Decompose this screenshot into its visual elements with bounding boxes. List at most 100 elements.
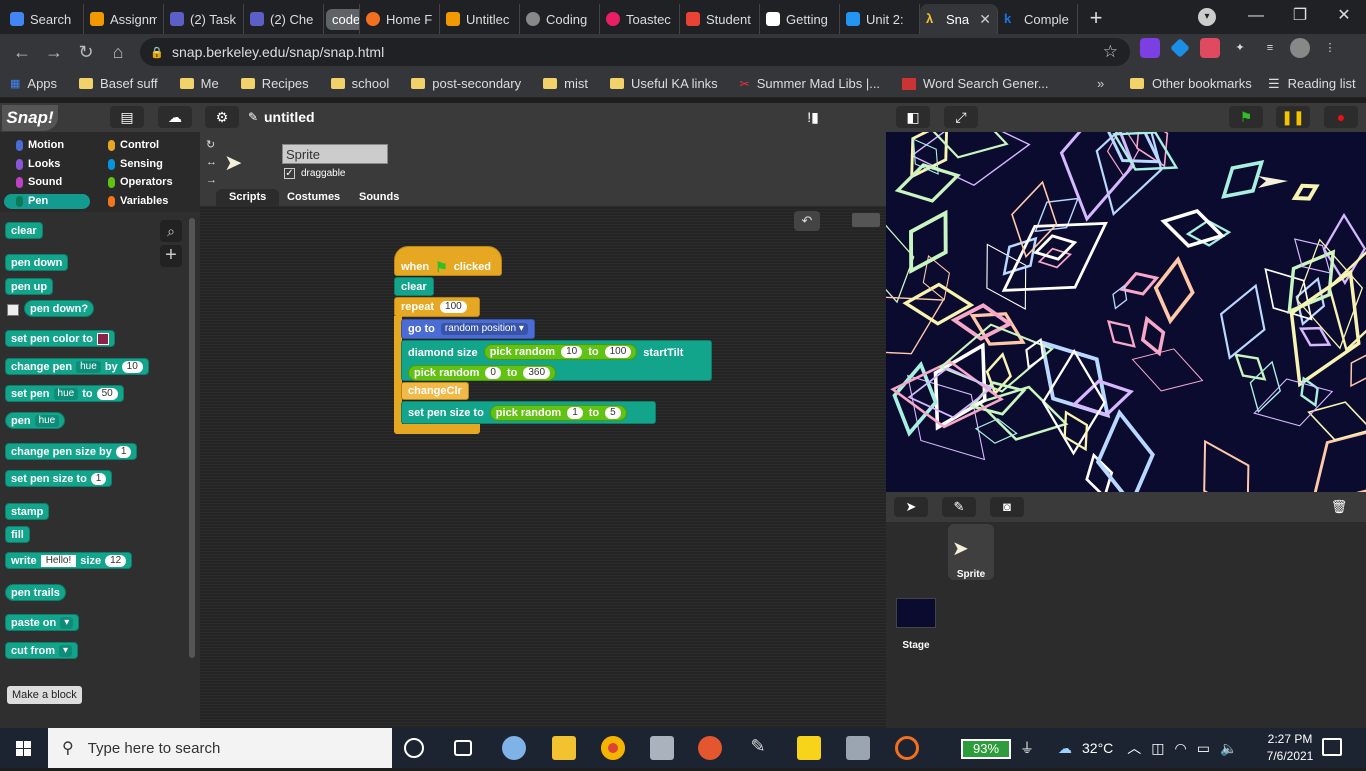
tab-scripts[interactable]: Scripts	[216, 189, 280, 206]
extension-purple-icon[interactable]	[1140, 38, 1160, 58]
category-sound[interactable]: Sound	[4, 175, 84, 190]
pen-app-icon[interactable]: ✎	[746, 736, 770, 760]
cut-dropdown[interactable]: ▾	[59, 644, 73, 657]
tab-sounds[interactable]: Sounds	[346, 189, 412, 206]
tab-teams-check[interactable]: (2) Che	[244, 4, 324, 34]
position-dropdown[interactable]: random position ▾	[440, 323, 528, 335]
stage-thumbnail[interactable]	[896, 598, 936, 628]
category-variables[interactable]: Variables	[96, 194, 176, 209]
temperature[interactable]: 32°C	[1082, 740, 1113, 756]
extension-diamond-icon[interactable]	[1170, 38, 1190, 58]
block-paste-on[interactable]: paste on ▾	[5, 614, 80, 631]
stage-canvas[interactable]	[886, 132, 1366, 492]
sprite-thumbnail[interactable]: ➤ Sprite	[948, 524, 994, 580]
camera-icon[interactable]: ◙	[990, 497, 1024, 517]
block-cut-from[interactable]: cut from ▾	[5, 642, 79, 659]
puzzle-icon[interactable]: ✦	[1230, 38, 1250, 58]
block-write[interactable]: write Hello! size 12	[5, 552, 133, 569]
bookmark-folder[interactable]: Useful KA links	[609, 76, 718, 91]
swirl-app-icon[interactable]	[895, 736, 919, 760]
restore-icon[interactable]: ❐	[1278, 0, 1322, 34]
bookmark-folder[interactable]: school	[330, 76, 389, 91]
back-icon[interactable]: ←	[6, 36, 38, 68]
scanner-app-icon[interactable]	[650, 736, 674, 760]
category-operators[interactable]: Operators	[96, 175, 176, 190]
notification-icon[interactable]	[1322, 738, 1342, 756]
taskbar-search-box[interactable]: ⚲ Type here to search	[48, 728, 392, 768]
file-menu-icon[interactable]: ▤	[110, 106, 144, 128]
power-plug-icon[interactable]: ⏚	[1020, 738, 1034, 758]
wifi-icon[interactable]: ◠	[1175, 740, 1187, 757]
number-slot[interactable]: 10	[121, 360, 143, 373]
bookmark-folder[interactable]: Recipes	[240, 76, 309, 91]
scripting-area[interactable]	[200, 206, 886, 728]
add-turtle-sprite-icon[interactable]: ➤	[894, 497, 928, 517]
bookmark-star-icon[interactable]: ☆	[1103, 42, 1118, 62]
block-set-pen-size[interactable]: set pen size to pick random 1 to 5	[401, 401, 656, 424]
snip-tool-icon[interactable]	[698, 736, 722, 760]
tab-complete[interactable]: k Comple	[998, 4, 1078, 34]
number-slot[interactable]: 5	[605, 406, 621, 419]
bookmark-folder[interactable]: Basef suff	[79, 76, 158, 91]
extension-badge-icon[interactable]	[1200, 38, 1220, 58]
task-view-icon[interactable]	[454, 740, 472, 756]
category-control[interactable]: Control	[96, 138, 176, 153]
block-change-pen-size[interactable]: change pen size by 1	[5, 443, 138, 460]
block-set-pen-size[interactable]: set pen size to 1	[5, 470, 113, 487]
tab-costumes[interactable]: Costumes	[274, 189, 353, 206]
block-pen-down-predicate[interactable]: pen down?	[24, 300, 95, 317]
block-clear[interactable]: clear	[394, 277, 434, 296]
number-slot[interactable]: 100	[604, 346, 632, 358]
menu-icon[interactable]: ⋮	[1320, 38, 1340, 58]
pick-random-reporter[interactable]: pick random 1 to 5	[489, 404, 627, 421]
windows-start-icon[interactable]	[0, 728, 48, 768]
tab-untitled[interactable]: Untitlec	[440, 4, 520, 34]
search-blocks-icon[interactable]: ⌕	[160, 220, 182, 242]
volume-icon[interactable]: 🔈	[1220, 740, 1237, 757]
paste-dropdown[interactable]: ▾	[60, 616, 74, 629]
block-pen-hue-reporter[interactable]: pen hue	[5, 412, 66, 429]
close-window-icon[interactable]: ✕	[1322, 0, 1366, 34]
tab-teams-tasks[interactable]: (2) Task	[164, 4, 244, 34]
block-change-clr[interactable]: changeClr	[401, 382, 469, 400]
number-slot[interactable]: 1	[567, 406, 583, 419]
weather-cloud-icon[interactable]: ☁	[1058, 740, 1072, 757]
block-pen-up[interactable]: pen up	[5, 278, 54, 295]
add-block-icon[interactable]: +	[160, 245, 182, 267]
make-a-block-button[interactable]: Make a block	[7, 686, 82, 704]
pen-down-watcher-checkbox[interactable]	[7, 304, 19, 316]
address-bar[interactable]: 🔒 snap.berkeley.edu/snap/snap.html ☆	[140, 38, 1130, 66]
battery-tray-icon[interactable]: ▭	[1197, 740, 1210, 757]
sprite-name-input[interactable]: Sprite	[282, 144, 388, 164]
other-bookmarks[interactable]: Other bookmarks	[1130, 76, 1252, 91]
block-pen-down[interactable]: pen down	[5, 254, 69, 271]
tab-home[interactable]: Home F	[360, 4, 440, 34]
new-tab-button[interactable]: +	[1078, 4, 1114, 34]
left-right-icon[interactable]: ↔	[206, 156, 217, 168]
number-slot[interactable]: 12	[105, 554, 127, 567]
bookmark-wordsearch[interactable]: Word Search Gener...	[902, 76, 1049, 91]
block-set-pen-hue[interactable]: set pen hue to 50	[5, 385, 124, 402]
tab-toasted[interactable]: Toastec	[600, 4, 680, 34]
tab-coding[interactable]: Coding	[520, 4, 600, 34]
media-icon[interactable]: ≡	[1260, 38, 1280, 58]
chrome-icon[interactable]	[601, 736, 625, 760]
number-slot[interactable]: 360	[523, 367, 551, 379]
block-change-pen-hue[interactable]: change pen hue by 10	[5, 358, 149, 375]
clock[interactable]: 2:27 PM 7/6/2021	[1262, 731, 1318, 765]
tab-student[interactable]: Student	[680, 4, 760, 34]
number-slot[interactable]: 1	[115, 445, 132, 458]
block-go-to[interactable]: go to random position ▾	[401, 319, 535, 339]
file-explorer-icon[interactable]	[552, 736, 576, 760]
number-slot[interactable]: 50	[96, 387, 118, 400]
sticky-notes-icon[interactable]	[797, 736, 821, 760]
stage-size-icon[interactable]: ◧	[896, 106, 930, 128]
block-fill[interactable]: fill	[5, 526, 30, 543]
tab-assignments[interactable]: Assignm	[84, 4, 164, 34]
presentation-mode-icon[interactable]: ⤢	[944, 106, 978, 128]
profile-avatar[interactable]	[1290, 38, 1310, 58]
paint-new-sprite-icon[interactable]: ✎	[942, 497, 976, 517]
palette-scrollbar[interactable]	[189, 218, 195, 658]
hat-block-when-flag-clicked[interactable]: when ⚑ clicked	[394, 246, 502, 276]
reload-icon[interactable]: ↻	[70, 36, 102, 68]
